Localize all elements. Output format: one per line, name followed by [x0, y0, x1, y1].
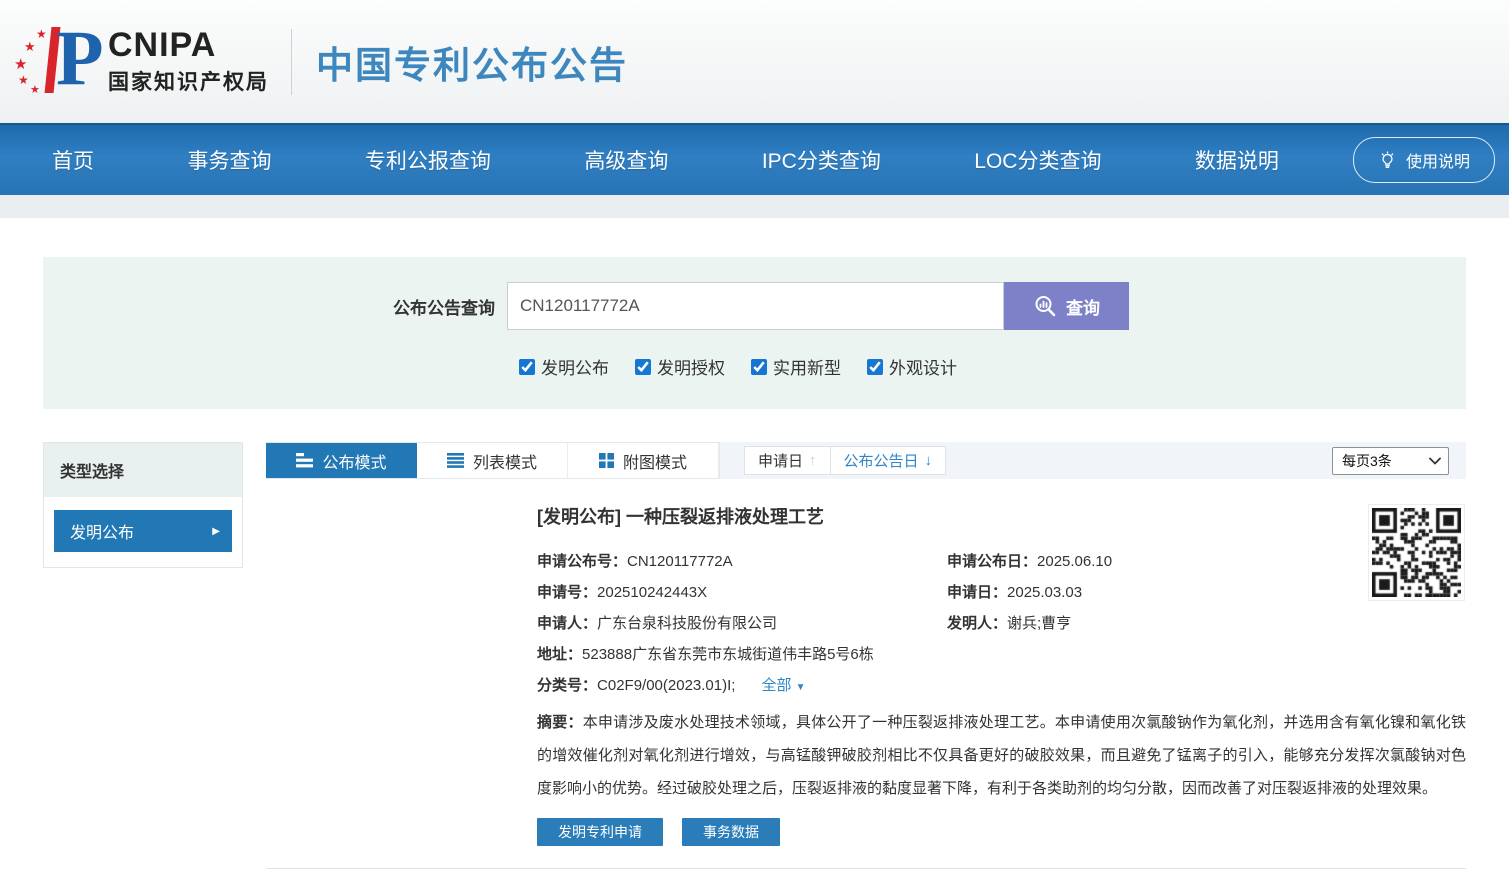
logo-text: CNIPA 国家知识产权局 — [108, 28, 269, 96]
arrow-down-icon: ↓ — [925, 452, 933, 469]
filter-invention-publication-checkbox[interactable] — [519, 359, 535, 375]
logo-org-name: 国家知识产权局 — [108, 66, 269, 96]
nav-item-home[interactable]: 首页 — [52, 145, 94, 175]
search-button-label: 查询 — [1066, 294, 1100, 319]
nav-item-loc-query[interactable]: LOC分类查询 — [974, 145, 1101, 175]
nav-item-ipc-query[interactable]: IPC分类查询 — [762, 145, 881, 175]
publication-search-input[interactable] — [507, 282, 1004, 330]
site-header: ★ ★ ★ ★ ★ P CNIPA 国家知识产权局 中国专利公布公告 — [0, 0, 1509, 123]
classification-all-link[interactable]: 全部 ▼ — [761, 677, 805, 694]
invention-application-button[interactable]: 发明专利申请 — [537, 818, 663, 846]
filter-utility-model[interactable]: 实用新型 — [751, 354, 841, 379]
filter-utility-model-checkbox[interactable] — [751, 359, 767, 375]
nav-item-data-notes[interactable]: 数据说明 — [1195, 145, 1279, 175]
list-mode-icon — [447, 453, 464, 468]
filter-invention-publication[interactable]: 发明公布 — [519, 354, 609, 379]
type-selection-panel: 类型选择 发明公布 ▶ — [43, 442, 243, 568]
field-inventor: 发明人：谢兵;曹亨 — [947, 612, 1357, 633]
sidebar-item-label: 发明公布 — [70, 519, 134, 543]
field-publication-date: 申请公布日：2025.06.10 — [947, 550, 1357, 571]
sort-controls: 申请日 ↑ 公布公告日 ↓ — [744, 446, 946, 475]
result-actions: 发明专利申请 事务数据 — [537, 818, 1466, 846]
arrow-up-icon: ↑ — [809, 452, 817, 469]
affairs-data-button[interactable]: 事务数据 — [682, 818, 780, 846]
field-applicant: 申请人：广东台泉科技股份有限公司 — [537, 612, 947, 633]
chevron-right-icon: ▶ — [212, 526, 220, 537]
filter-invention-grant[interactable]: 发明授权 — [635, 354, 725, 379]
patent-fields: 申请公布号：CN120117772A 申请公布日：2025.06.10 申请号：… — [537, 550, 1357, 633]
tab-publication-mode[interactable]: 公布模式 — [266, 443, 417, 478]
search-panel: 公布公告查询 查询 发明公布 发明授权 实用新型 外观 — [43, 257, 1466, 409]
nav-menu: 首页 事务查询 专利公报查询 高级查询 IPC分类查询 LOC分类查询 数据说明 — [52, 145, 1279, 175]
figure-mode-icon — [599, 453, 614, 468]
lightbulb-icon — [1378, 151, 1397, 170]
nav-item-gazette-query[interactable]: 专利公报查询 — [365, 145, 491, 175]
field-classification: 分类号：C02F9/00(2023.01)I;全部 ▼ — [537, 674, 1466, 695]
sort-by-application-date[interactable]: 申请日 ↑ — [745, 447, 830, 474]
triangle-down-icon: ▼ — [796, 682, 806, 693]
usage-help-label: 使用说明 — [1406, 148, 1470, 172]
usage-help-button[interactable]: 使用说明 — [1353, 137, 1495, 183]
field-application-date: 申请日：2025.03.03 — [947, 581, 1357, 602]
magnifier-chart-icon — [1033, 294, 1057, 318]
filter-design[interactable]: 外观设计 — [867, 354, 957, 379]
results-area: 公布模式 列表模式 — [266, 442, 1466, 869]
field-address: 地址：523888广东省东莞市东城街道伟丰路5号6栋 — [537, 643, 1466, 664]
field-publication-number: 申请公布号：CN120117772A — [537, 550, 947, 571]
cnipa-emblem-icon: ★ ★ ★ ★ ★ P — [12, 19, 104, 105]
patent-abstract: 摘要：本申请涉及废水处理技术领域，具体公开了一种压裂返排液处理工艺。本申请使用次… — [537, 706, 1466, 805]
chevron-down-icon — [1429, 457, 1441, 465]
results-toolbar: 公布模式 列表模式 — [266, 442, 1466, 479]
search-button[interactable]: 查询 — [1004, 282, 1129, 330]
filter-invention-grant-checkbox[interactable] — [635, 359, 651, 375]
sidebar-item-invention-publication[interactable]: 发明公布 ▶ — [54, 510, 232, 552]
page-size-select[interactable]: 每页3条 — [1332, 447, 1449, 475]
main-nav: 首页 事务查询 专利公报查询 高级查询 IPC分类查询 LOC分类查询 数据说明… — [0, 123, 1509, 195]
field-application-number: 申请号：202510242443X — [537, 581, 947, 602]
search-label: 公布公告查询 — [43, 294, 507, 319]
filter-design-checkbox[interactable] — [867, 359, 883, 375]
patent-result-item: [发明公布] 一种压裂返排液处理工艺 申请公布号：CN120117772A 申请… — [266, 503, 1466, 846]
header-separator-strip — [0, 195, 1509, 218]
tab-list-mode[interactable]: 列表模式 — [417, 443, 568, 478]
sort-by-publication-date[interactable]: 公布公告日 ↓ — [830, 447, 946, 474]
nav-item-advanced-query[interactable]: 高级查询 — [584, 145, 668, 175]
logo-acronym: CNIPA — [108, 28, 269, 62]
tab-figure-mode[interactable]: 附图模式 — [568, 443, 719, 478]
header-divider — [291, 29, 292, 95]
site-title: 中国专利公布公告 — [316, 35, 628, 89]
nav-item-affairs-query[interactable]: 事务查询 — [187, 145, 271, 175]
patent-type-filters: 发明公布 发明授权 实用新型 外观设计 — [519, 354, 1466, 379]
publication-mode-icon — [296, 453, 313, 468]
qr-code — [1368, 504, 1465, 601]
type-selection-title: 类型选择 — [44, 443, 242, 497]
patent-title-link[interactable]: [发明公布] 一种压裂返排液处理工艺 — [537, 503, 1466, 529]
